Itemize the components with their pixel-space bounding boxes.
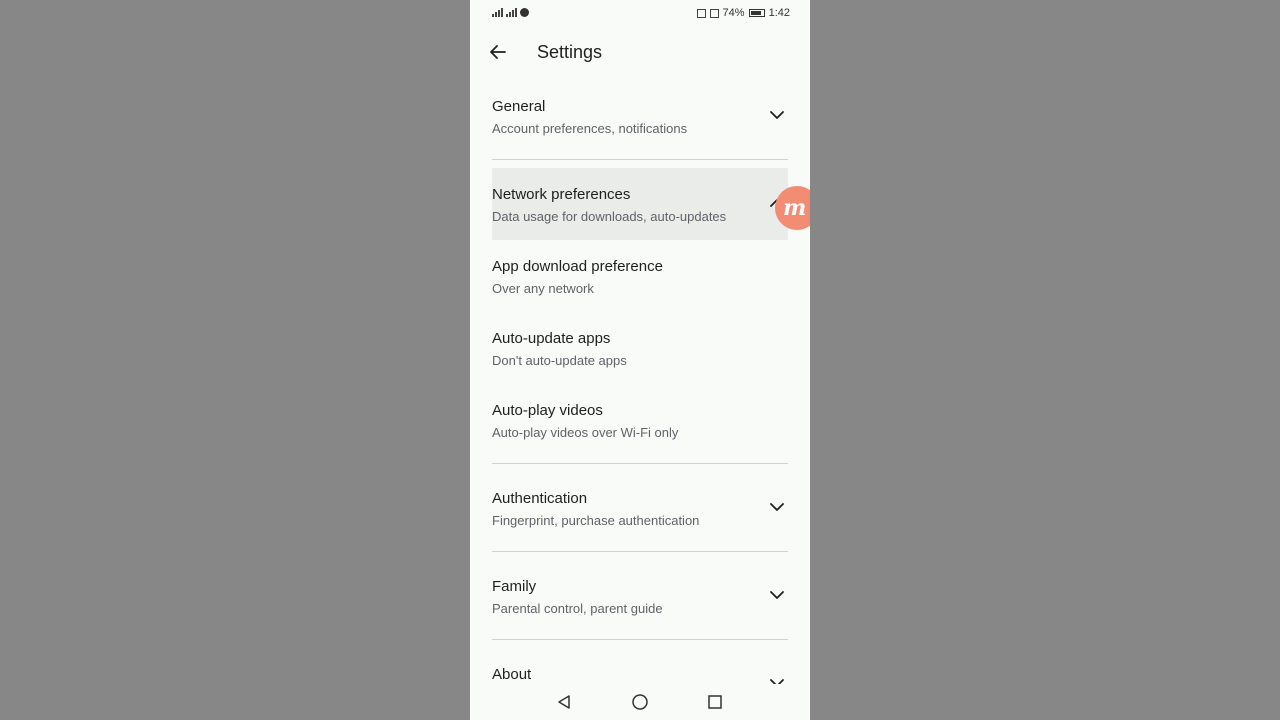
setting-app-download-preference[interactable]: App download preference Over any network [492,250,788,310]
setting-title: Auto-play videos [492,402,603,419]
section-title: Family [492,578,537,595]
square-recents-icon [708,695,722,709]
badge-letter: m [783,195,807,221]
section-subtitle: Parental control, parent guide [492,601,663,616]
divider [492,463,788,464]
status-bar: 74% 1:42 [470,0,810,26]
section-title: General [492,98,546,115]
back-button[interactable] [486,40,510,64]
section-subtitle: Data usage for downloads, auto-updates [492,209,727,224]
section-title: About [492,666,532,683]
status-left [492,7,529,17]
section-general[interactable]: General Account preferences, notificatio… [492,88,788,148]
chevron-down-icon [770,111,784,119]
arrow-left-icon [490,45,506,59]
setting-value: Don't auto-update apps [492,353,627,368]
setting-title: Auto-update apps [492,330,611,347]
section-subtitle: Account preferences, notifications [492,121,688,136]
setting-auto-play-videos[interactable]: Auto-play videos Auto-play videos over W… [492,394,788,454]
divider [492,551,788,552]
section-title: Network preferences [492,186,631,203]
clock: 1:42 [768,7,790,19]
circle-home-icon [632,694,648,710]
nfc-icon [696,8,706,18]
chevron-down-icon [770,591,784,599]
vibrate-icon [709,8,719,18]
setting-auto-update-apps[interactable]: Auto-update apps Don't auto-update apps [492,322,788,382]
chevron-down-icon [770,503,784,511]
setting-title: App download preference [492,258,663,275]
status-right: 74% 1:42 [696,7,790,19]
app-bar: Settings [470,30,810,74]
divider [492,639,788,640]
system-nav-bar [470,684,810,720]
section-family[interactable]: Family Parental control, parent guide [492,568,788,628]
notification-icon [520,7,529,17]
section-title: Authentication [492,490,588,507]
nav-recents-button[interactable] [703,690,727,714]
section-network-preferences[interactable]: Network preferences Data usage for downl… [492,168,788,240]
triangle-back-icon [558,695,570,709]
signal-icon-2 [506,7,517,17]
nav-back-button[interactable] [552,690,576,714]
signal-icon [492,7,503,17]
section-authentication[interactable]: Authentication Fingerprint, purchase aut… [492,480,788,540]
divider [492,159,788,160]
page-title: Settings [537,42,603,62]
setting-value: Auto-play videos over Wi-Fi only [492,425,679,440]
nav-home-button[interactable] [628,690,652,714]
section-subtitle: Fingerprint, purchase authentication [492,513,700,528]
battery-percent: 74% [722,7,745,19]
battery-icon [748,9,765,17]
setting-value: Over any network [492,281,594,296]
phone-screen: 74% 1:42 Settings General Account prefer… [470,0,810,720]
